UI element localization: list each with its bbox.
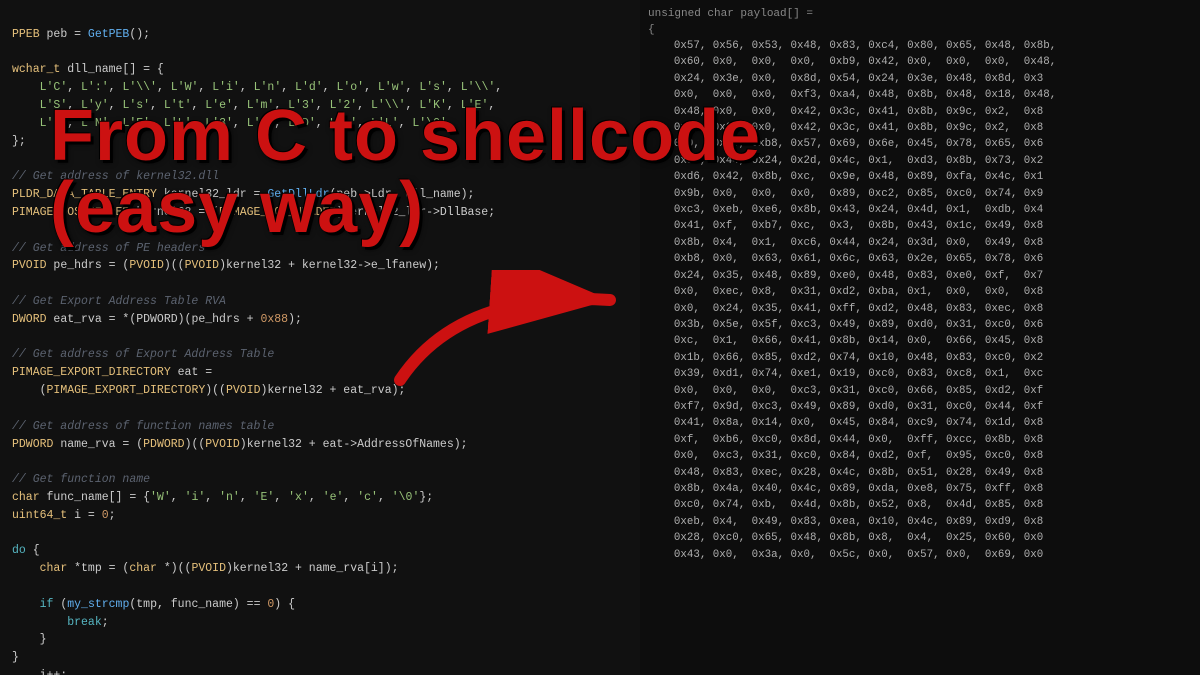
hex-rows-content: 0x57, 0x56, 0x53, 0x48, 0x83, 0xc4, 0x80… [648, 38, 1192, 563]
main-container: PPEB peb = GetPEB(); wchar_t dll_name[] … [0, 0, 1200, 675]
code-content: PPEB peb = GetPEB(); wchar_t dll_name[] … [12, 8, 628, 675]
hex-header-label: unsigned char payload[] = [648, 8, 1192, 20]
left-code-panel: PPEB peb = GetPEB(); wchar_t dll_name[] … [0, 0, 640, 675]
hex-open-brace: { [648, 24, 1192, 36]
right-hex-panel: unsigned char payload[] = { 0x57, 0x56, … [640, 0, 1200, 675]
